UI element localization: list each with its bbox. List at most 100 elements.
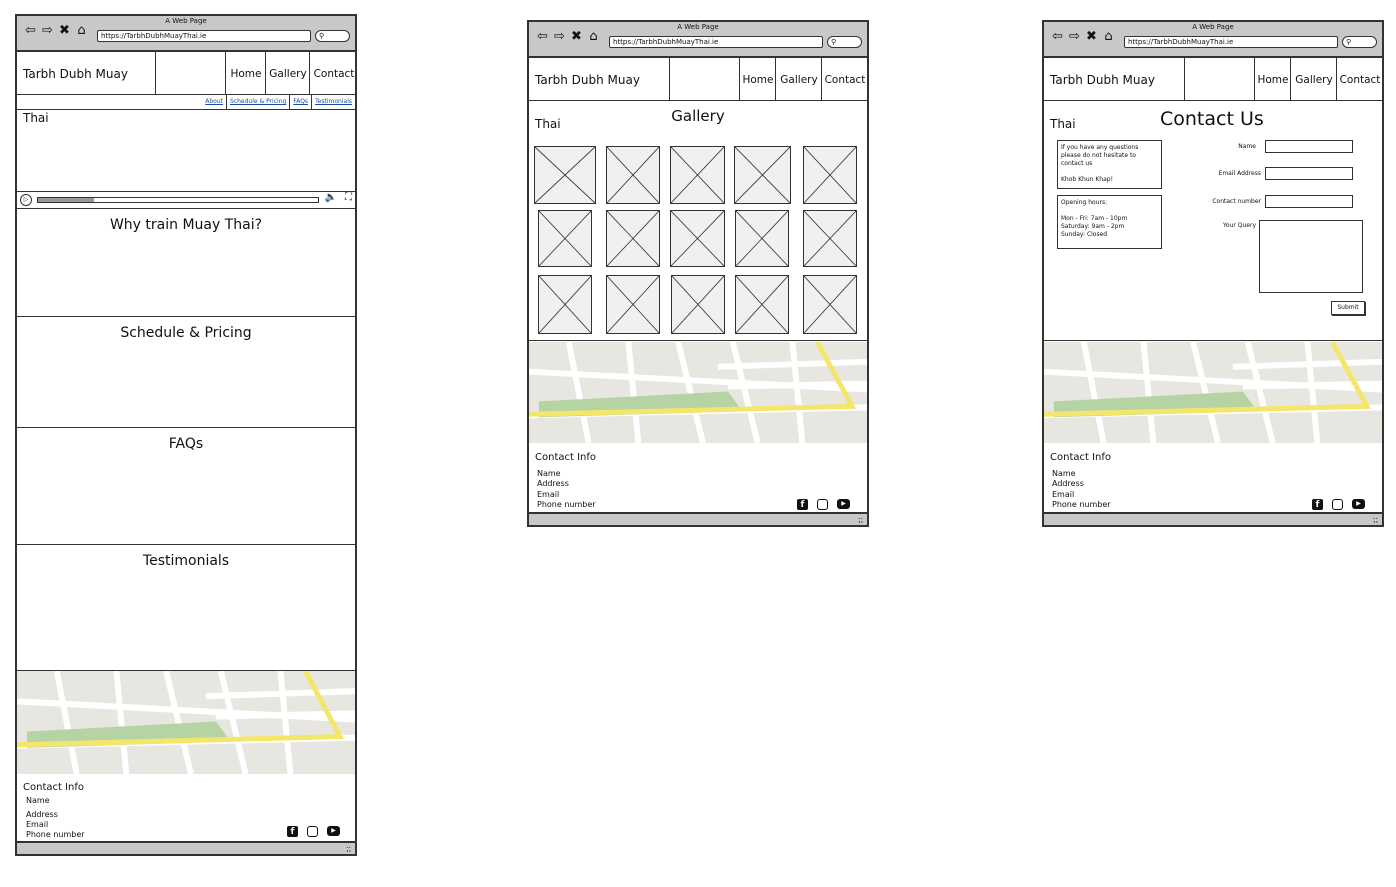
gallery-image[interactable] [803, 210, 857, 267]
nav-home[interactable]: Home [1254, 58, 1291, 100]
resize-grip-icon[interactable]: ⁏⁏ [346, 843, 351, 854]
subnav-faqs[interactable]: FAQs [289, 95, 311, 109]
home-icon[interactable]: ⌂ [74, 24, 89, 38]
contact-intro-box: If you have any questions please do not … [1057, 140, 1162, 189]
gallery-image[interactable] [803, 275, 857, 334]
footer-title: Contact Info [535, 452, 597, 463]
subnav-schedule[interactable]: Schedule & Pricing [226, 95, 289, 109]
facebook-icon[interactable]: f [287, 826, 298, 837]
section-schedule: Schedule & Pricing [17, 317, 355, 428]
footer-title: Contact Info [23, 782, 85, 793]
play-icon[interactable]: ▷ [20, 194, 32, 206]
gallery-image[interactable] [606, 210, 660, 267]
facebook-icon[interactable]: f [1312, 499, 1323, 510]
gallery-image[interactable] [534, 146, 596, 204]
hours-line: Sunday: Closed [1061, 231, 1108, 238]
contact-title: Contact Us [1160, 108, 1264, 130]
gallery-image[interactable] [670, 146, 725, 204]
youtube-icon[interactable]: ▶ [837, 499, 850, 509]
contact-wireframe-window: A Web Page ⇦ ⇨ ✖ ⌂ https://TarbhDubhMuay… [1042, 20, 1384, 527]
footer-address: Address [26, 810, 58, 819]
sub-navigation: About Schedule & Pricing FAQs Testimonials [17, 95, 355, 110]
gallery-image[interactable] [670, 210, 725, 267]
subnav-testimonials[interactable]: Testimonials [311, 95, 355, 109]
email-label: Email Address [1218, 170, 1261, 177]
gallery-image[interactable] [735, 210, 789, 267]
browser-nav-buttons: ⇦ ⇨ ✖ ⌂ [1050, 30, 1116, 44]
footer-address: Address [537, 479, 569, 488]
search-icon[interactable]: ⚲ [1342, 36, 1377, 48]
intro-line: If you have any questions [1061, 144, 1139, 151]
gallery-image[interactable] [671, 275, 725, 334]
url-bar[interactable]: https://TarbhDubhMuayThai.ie [97, 30, 311, 42]
forward-arrow-icon[interactable]: ⇨ [40, 24, 55, 38]
status-bar: ⁏⁏ [529, 512, 867, 525]
name-field[interactable] [1265, 140, 1353, 153]
gallery-image[interactable] [734, 146, 791, 204]
section-faqs: FAQs [17, 428, 355, 545]
hours-title: Opening hours: [1061, 199, 1108, 206]
fullscreen-icon[interactable]: ⛶ [345, 192, 352, 203]
search-icon[interactable]: ⚲ [315, 30, 350, 42]
nav-gallery[interactable]: Gallery [1290, 58, 1337, 100]
email-field[interactable] [1265, 167, 1353, 180]
nav-gallery[interactable]: Gallery [265, 52, 310, 94]
gallery-image[interactable] [735, 275, 789, 334]
nav-home[interactable]: Home [225, 52, 266, 94]
submit-button[interactable]: Submit [1331, 301, 1365, 315]
video-controls: ▷ 🔈 ⛶ [17, 191, 355, 208]
back-arrow-icon[interactable]: ⇦ [23, 24, 38, 38]
social-links: f ▶ [797, 499, 850, 510]
nav-contact[interactable]: Contact [309, 52, 358, 94]
video-progress-bar[interactable] [37, 197, 319, 203]
map[interactable] [17, 671, 355, 774]
nav-contact[interactable]: Contact [1336, 58, 1383, 100]
subnav-about[interactable]: About [202, 95, 226, 109]
forward-arrow-icon[interactable]: ⇨ [1067, 30, 1082, 44]
phone-label: Contact number [1212, 198, 1261, 205]
query-label: Your Query [1223, 222, 1256, 229]
instagram-icon[interactable] [307, 826, 318, 837]
section-testimonials: Testimonials [17, 545, 355, 671]
social-links: f ▶ [287, 826, 340, 837]
resize-grip-icon[interactable]: ⁏⁏ [858, 514, 863, 525]
resize-grip-icon[interactable]: ⁏⁏ [1373, 514, 1378, 525]
browser-nav-buttons: ⇦ ⇨ ✖ ⌂ [23, 24, 89, 38]
footer-name: Name [26, 796, 50, 805]
gallery-image[interactable] [803, 146, 857, 204]
status-bar: ⁏⁏ [1044, 512, 1382, 525]
volume-icon[interactable]: 🔈 [325, 192, 337, 203]
home-icon[interactable]: ⌂ [1101, 30, 1116, 44]
gallery-image[interactable] [606, 146, 660, 204]
hours-line: Saturday: 9am - 2pm [1061, 223, 1125, 230]
site-header: Tarbh Dubh Muay Thai Home Gallery Contac… [17, 52, 358, 125]
gallery-image[interactable] [606, 275, 660, 334]
facebook-icon[interactable]: f [797, 499, 808, 510]
url-bar[interactable]: https://TarbhDubhMuayThai.ie [1124, 36, 1338, 48]
query-textarea[interactable] [1259, 220, 1363, 293]
map[interactable] [1044, 342, 1382, 443]
site-brand[interactable]: Tarbh Dubh Muay Thai [1050, 58, 1185, 131]
back-arrow-icon[interactable]: ⇦ [1050, 30, 1065, 44]
footer-email: Email [1052, 490, 1075, 499]
section-heading: Why train Muay Thai? [109, 217, 263, 233]
footer-title: Contact Info [1050, 452, 1112, 463]
gallery-image[interactable] [538, 275, 592, 334]
instagram-icon[interactable] [1332, 499, 1343, 510]
close-icon[interactable]: ✖ [57, 24, 72, 38]
instagram-icon[interactable] [817, 499, 828, 510]
youtube-icon[interactable]: ▶ [327, 826, 340, 836]
phone-field[interactable] [1265, 195, 1353, 208]
video-player[interactable]: ▷ 🔈 ⛶ [17, 110, 355, 209]
intro-line: contact us [1061, 160, 1093, 167]
hours-line: Mon - Fri: 7am - 10pm [1061, 215, 1128, 222]
browser-chrome: A Web Page ⇦ ⇨ ✖ ⌂ https://TarbhDubhMuay… [1044, 22, 1382, 58]
footer-name: Name [537, 469, 561, 478]
gallery-image[interactable] [538, 210, 592, 267]
youtube-icon[interactable]: ▶ [1352, 499, 1365, 509]
close-icon[interactable]: ✖ [1084, 30, 1099, 44]
section-why-train: Why train Muay Thai? [17, 209, 355, 317]
site-brand[interactable]: Tarbh Dubh Muay Thai [23, 52, 156, 125]
social-links: f ▶ [1312, 499, 1365, 510]
map[interactable] [529, 342, 867, 443]
